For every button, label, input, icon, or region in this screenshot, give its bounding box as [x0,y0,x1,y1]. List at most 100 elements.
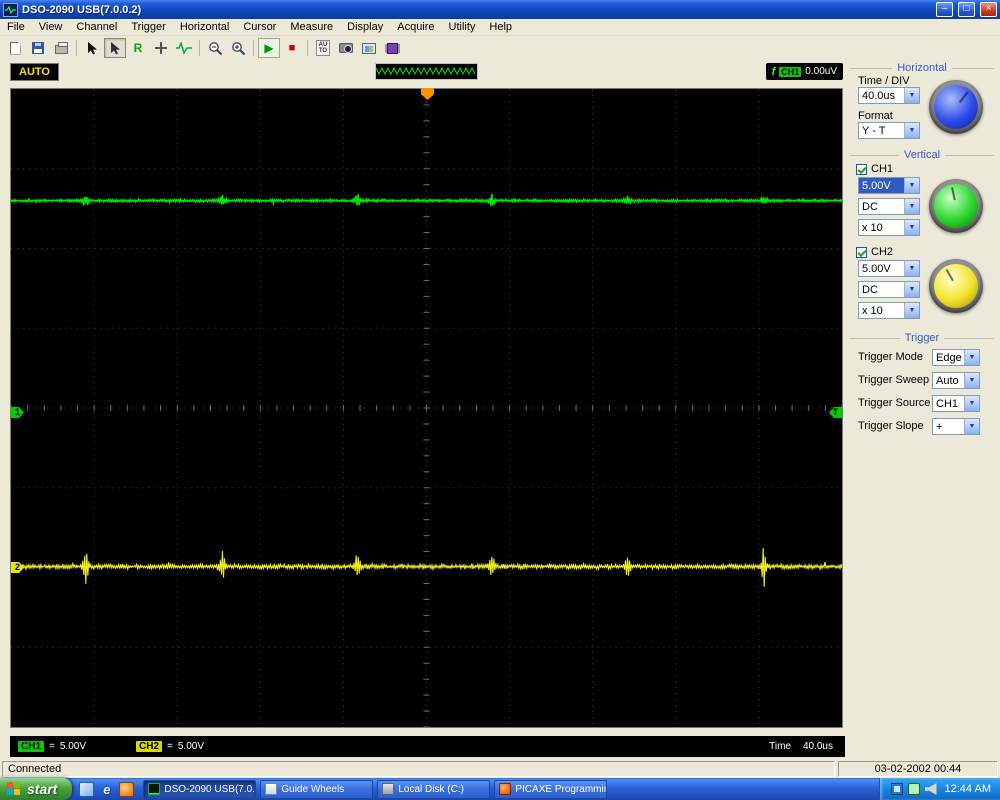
tray-usb-icon[interactable] [907,783,920,795]
menu-view[interactable]: View [32,20,70,34]
time-div-select[interactable]: 40.0us ▼ [858,87,920,104]
menu-bar: File View Channel Trigger Horizontal Cur… [0,19,1000,36]
chevron-down-icon[interactable]: ▼ [964,373,979,388]
new-file-icon[interactable] [4,38,26,58]
taskbar: start e DSO-2090 USB(7.0.0.2) Guide Whee… [0,778,1000,800]
menu-utility[interactable]: Utility [442,20,483,34]
chevron-down-icon[interactable]: ▼ [904,220,919,235]
menu-horizontal[interactable]: Horizontal [173,20,237,34]
menu-trigger[interactable]: Trigger [124,20,172,34]
menu-cursor[interactable]: Cursor [236,20,283,34]
trigger-slope-label: Trigger Slope [858,420,924,432]
trigger-sweep-label: Trigger Sweep [858,374,930,386]
taskbar-task-dso[interactable]: DSO-2090 USB(7.0.0.2) [143,779,257,799]
chevron-down-icon[interactable]: ▼ [904,261,919,276]
show-desktop-icon[interactable] [79,781,95,797]
toolbar-separator [76,40,77,56]
trigger-sweep-select[interactable]: Auto ▼ [932,372,980,389]
device-chip-icon[interactable] [381,38,403,58]
ch1-probe-select[interactable]: x 10 ▼ [858,219,920,236]
display-panels-icon[interactable] [358,38,380,58]
internet-explorer-icon[interactable]: e [99,782,114,797]
chevron-down-icon[interactable]: ▼ [904,282,919,297]
ch2-probe-select[interactable]: x 10 ▼ [858,302,920,319]
tray-clock: 12:44 AM [944,783,991,795]
stop-acquisition-icon[interactable]: ■ [281,38,303,58]
ch1-coupling-symbol: = [49,741,55,752]
frequency-channel-badge: CH1 [779,66,802,77]
trigger-slope-select[interactable]: + ▼ [932,418,980,435]
trigger-source-select[interactable]: CH1 ▼ [932,395,980,412]
save-icon[interactable] [27,38,49,58]
chevron-down-icon[interactable]: ▼ [964,350,979,365]
window-title: DSO-2090 USB(7.0.0.2) [22,3,142,16]
buffer-preview-waveform [375,66,476,76]
format-select[interactable]: Y - T ▼ [858,122,920,139]
info-bar: AUTO f CH1 0.00uV [0,60,845,84]
vertical-group-title: Vertical [850,149,994,161]
ch2-coupling-select[interactable]: DC ▼ [858,281,920,298]
horizontal-knob[interactable] [929,80,983,134]
chevron-down-icon[interactable]: ▼ [904,88,919,103]
maximize-button[interactable]: □ [958,2,975,17]
tray-volume-icon[interactable] [924,783,937,795]
start-acquisition-icon[interactable]: ▶ [258,38,280,58]
frequency-counter: f CH1 0.00uV [765,63,843,80]
app-icon [3,2,18,17]
checkbox-check-icon [856,163,867,175]
quick-launch: e [79,781,135,797]
zoom-in-icon[interactable] [227,38,249,58]
toolbar-separator [253,40,254,56]
ch1-scale-value: 5.00V [59,741,86,752]
control-panel: Horizontal Time / DIV 40.0us ▼ Format Y … [846,60,998,760]
ch2-vertical-knob[interactable] [929,259,983,313]
status-datetime: 03-02-2002 00:44 [838,761,998,777]
track-cursor-icon[interactable] [104,38,126,58]
snapshot-icon[interactable] [335,38,357,58]
ch2-enable-checkbox[interactable]: CH2 [856,246,893,258]
measure-cross-icon[interactable] [150,38,172,58]
menu-channel[interactable]: Channel [69,20,124,34]
frequency-value: 0.00uV [805,66,837,77]
menu-measure[interactable]: Measure [283,20,340,34]
toolbar-separator [199,40,200,56]
chevron-down-icon[interactable]: ▼ [904,199,919,214]
zoom-out-icon[interactable] [204,38,226,58]
ch1-badge: CH1 [18,741,45,752]
ch1-volts-div-select[interactable]: 5.00V ▼ [858,177,920,194]
trigger-mode-select[interactable]: Edge ▼ [932,349,980,366]
menu-file[interactable]: File [0,20,32,34]
menu-help[interactable]: Help [482,20,519,34]
ch1-enable-checkbox[interactable]: CH1 [856,163,893,175]
taskbar-task-picaxe[interactable]: PICAXE Programming ... [494,779,608,799]
menu-display[interactable]: Display [340,20,390,34]
chevron-down-icon[interactable]: ▼ [904,178,919,193]
start-button[interactable]: start [0,778,73,800]
ch2-volts-div-select[interactable]: 5.00V ▼ [858,260,920,277]
autoset-icon[interactable]: AU TO [312,38,334,58]
taskbar-task-guide-wheels[interactable]: Guide Wheels [260,779,374,799]
ch1-vertical-knob[interactable] [929,179,983,233]
arrow-cursor-icon[interactable] [81,38,103,58]
refresh-icon[interactable]: R [127,38,149,58]
checkbox-check-icon [856,246,867,258]
format-label: Format [858,110,893,122]
chevron-down-icon[interactable]: ▼ [964,396,979,411]
chevron-down-icon[interactable]: ▼ [904,123,919,138]
ch2-scale-value: 5.00V [177,741,204,752]
waveform-icon[interactable] [173,38,195,58]
taskbar-task-local-disk[interactable]: Local Disk (C:) [377,779,491,799]
close-button[interactable]: × [980,2,997,17]
print-icon[interactable] [50,38,72,58]
chevron-down-icon[interactable]: ▼ [964,419,979,434]
tray-display-icon[interactable] [890,783,903,795]
quick-launch-app-icon[interactable] [119,781,135,797]
buffer-preview[interactable] [375,63,478,80]
ch1-coupling-select[interactable]: DC ▼ [858,198,920,215]
minimize-button[interactable]: – [936,2,953,17]
trigger-group-title: Trigger [850,332,994,344]
frequency-icon: f [771,65,776,78]
chevron-down-icon[interactable]: ▼ [904,303,919,318]
menu-acquire[interactable]: Acquire [390,20,441,34]
picaxe-app-icon [499,783,512,795]
